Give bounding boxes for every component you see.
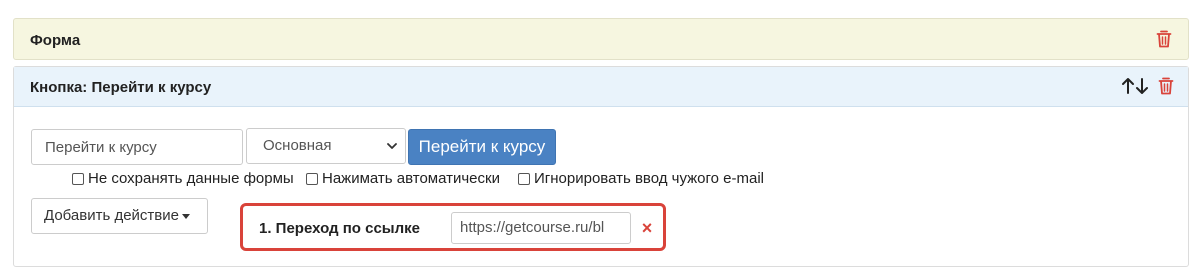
action-label: 1. Переход по ссылке xyxy=(259,220,420,237)
button-style-select[interactable]: Основная xyxy=(246,128,406,164)
up-down-arrows-icon[interactable] xyxy=(1120,76,1150,96)
trash-icon[interactable] xyxy=(1158,77,1174,95)
button-style-select-value: Основная xyxy=(263,137,332,154)
option-auto-click[interactable]: Нажимать автоматически xyxy=(306,170,500,187)
add-action-dropdown[interactable]: Добавить действие xyxy=(31,198,208,234)
option-label: Игнорировать ввод чужого e-mail xyxy=(534,170,765,187)
option-label: Не сохранять данные формы xyxy=(88,170,294,187)
action-item: 1. Переход по ссылке https://getcourse.r… xyxy=(240,203,666,251)
option-ignore-email[interactable]: Игнорировать ввод чужого e-mail xyxy=(518,170,764,187)
checkbox[interactable] xyxy=(518,172,530,185)
trash-icon[interactable] xyxy=(1156,30,1172,48)
button-panel-header: Кнопка: Перейти к курсу xyxy=(14,67,1188,107)
checkbox[interactable] xyxy=(306,172,318,185)
form-panel-title: Форма xyxy=(30,32,81,49)
chevron-down-icon xyxy=(387,143,397,149)
checkbox[interactable] xyxy=(72,172,84,185)
button-panel-title: Кнопка: Перейти к курсу xyxy=(30,79,212,96)
option-no-save-form[interactable]: Не сохранять данные формы xyxy=(72,170,294,187)
option-label: Нажимать автоматически xyxy=(322,170,500,187)
caret-down-icon xyxy=(182,213,190,219)
add-action-label: Добавить действие xyxy=(44,207,179,224)
button-name-input[interactable] xyxy=(31,129,243,165)
button-preview[interactable]: Перейти к курсу xyxy=(408,129,556,165)
action-url-input[interactable]: https://getcourse.ru/bl xyxy=(451,212,631,244)
button-panel: Кнопка: Перейти к курсу Основная Перейти… xyxy=(13,66,1189,267)
form-panel: Форма xyxy=(13,18,1189,60)
close-icon[interactable]: × xyxy=(640,214,654,242)
